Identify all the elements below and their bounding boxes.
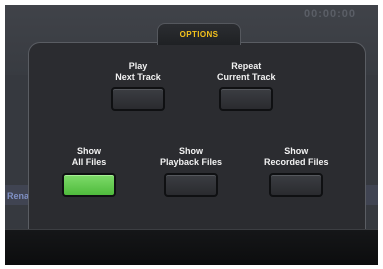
option-show-recorded-files: Show Recorded Files: [264, 146, 329, 197]
play-next-track-label: Play Next Track: [115, 61, 161, 82]
show-recorded-files-button[interactable]: [269, 173, 324, 197]
options-tab-label: OPTIONS: [179, 30, 219, 39]
timecode-display: 00:00:00: [303, 8, 356, 20]
option-show-all-files: Show All Files: [62, 146, 116, 197]
play-next-track-button[interactable]: [111, 87, 165, 111]
bottom-bar: [5, 229, 378, 265]
show-all-files-label: Show All Files: [71, 146, 107, 167]
show-recorded-files-label: Show Recorded Files: [264, 146, 329, 167]
option-repeat-current-track: Repeat Current Track: [217, 61, 276, 111]
repeat-current-track-button[interactable]: [219, 87, 274, 111]
option-play-next-track: Play Next Track: [111, 61, 165, 111]
option-show-playback-files: Show Playback Files: [160, 146, 222, 197]
show-all-files-button[interactable]: [62, 173, 116, 197]
options-tab[interactable]: OPTIONS: [157, 23, 241, 45]
show-playback-files-label: Show Playback Files: [160, 146, 223, 167]
options-panel: [28, 42, 366, 232]
repeat-current-track-label: Repeat Current Track: [217, 61, 276, 82]
show-playback-files-button[interactable]: [164, 173, 219, 197]
